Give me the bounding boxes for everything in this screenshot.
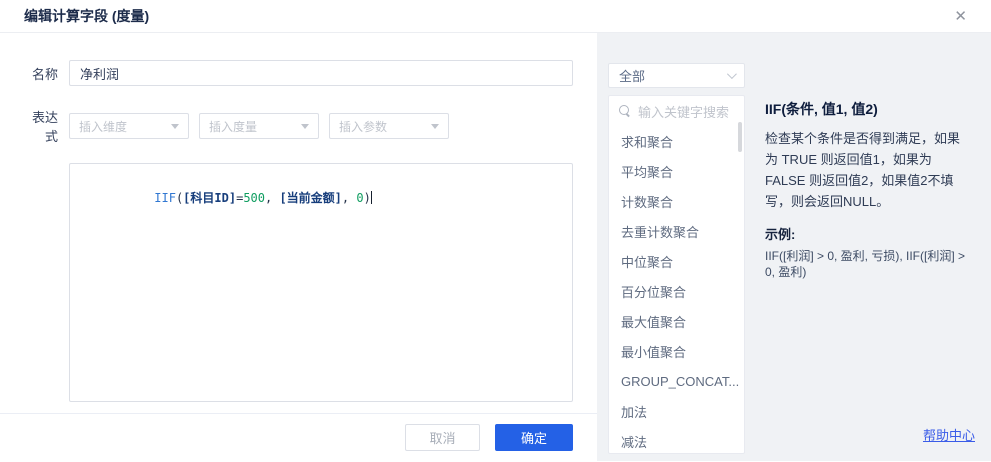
chevron-down-icon: [431, 124, 439, 129]
function-name: 去重计数聚合: [621, 222, 699, 241]
function-list-item[interactable]: 减法: [609, 426, 744, 454]
editor-pane: 名称 表达式 插入维度 插入度量: [0, 33, 597, 461]
dialog-title: 编辑计算字段 (度量): [24, 6, 149, 26]
chevron-down-icon: [301, 124, 309, 129]
function-name: 加法: [621, 402, 647, 421]
list-scrollbar-thumb[interactable]: [738, 122, 742, 152]
formula-token: IIF: [154, 191, 176, 205]
dialog-header: 编辑计算字段 (度量) ✕: [0, 0, 991, 33]
formula-token: [当前金额]: [279, 191, 341, 205]
insert-dropdown-placeholder: 插入维度: [79, 118, 127, 135]
insert-dropdown-placeholder: 插入度量: [209, 118, 257, 135]
expression-label: 表达式: [24, 107, 58, 145]
function-search[interactable]: 输入关键字搜索: [609, 96, 744, 126]
function-list-item[interactable]: 最大值聚合: [609, 306, 744, 336]
formula-line: IIF([科目ID]=500, [当前金额], 0): [154, 191, 371, 205]
function-description: 检查某个条件是否得到满足，如果为 TRUE 则返回值1，如果为 FALSE 则返…: [765, 128, 972, 212]
function-list-item[interactable]: 百分位聚合: [609, 276, 744, 306]
function-name: GROUP_CONCAT...: [621, 374, 739, 389]
function-name: 最大值聚合: [621, 312, 686, 331]
dialog-body: 名称 表达式 插入维度 插入度量: [0, 33, 991, 461]
example-text: IIF([利润] > 0, 盈利, 亏损), IIF([利润] > 0, 盈利): [765, 248, 972, 280]
help-center-link[interactable]: 帮助中心: [923, 425, 975, 444]
category-select[interactable]: 全部: [608, 63, 745, 88]
function-list-item[interactable]: 计数聚合: [609, 186, 744, 216]
name-row: 名称: [0, 60, 597, 86]
formula-token: ,: [265, 191, 279, 205]
formula-token: [科目ID]: [183, 191, 236, 205]
function-name: 平均聚合: [621, 162, 673, 181]
name-input[interactable]: [69, 60, 573, 86]
edit-calculated-field-dialog: 编辑计算字段 (度量) ✕ 名称 表达式 插入维度: [0, 0, 991, 462]
example-label: 示例:: [765, 224, 972, 243]
function-list-item[interactable]: GROUP_CONCAT...: [609, 366, 744, 396]
name-label: 名称: [24, 64, 58, 83]
close-icon[interactable]: ✕: [954, 9, 967, 24]
chevron-down-icon: [171, 124, 179, 129]
function-signature: IIF(条件, 值1, 值2): [765, 99, 972, 119]
function-name: 计数聚合: [621, 192, 673, 211]
formula-editor-row: IIF([科目ID]=500, [当前金额], 0): [0, 163, 597, 402]
formula-token: ,: [342, 191, 356, 205]
function-list-item[interactable]: 加法: [609, 396, 744, 426]
function-list-item[interactable]: 最小值聚合: [609, 336, 744, 366]
function-name: 百分位聚合: [621, 282, 686, 301]
dialog-footer: 取消 确定: [0, 413, 597, 461]
function-reference-pane: 全部 输入关键字搜索 求和聚合: [597, 33, 991, 461]
text-cursor: [371, 191, 372, 204]
chevron-down-icon: [727, 69, 737, 79]
function-list-panel: 输入关键字搜索 求和聚合 平均聚合: [608, 95, 745, 454]
insert-dropdown-placeholder: 插入参数: [339, 118, 387, 135]
insert-dropdown[interactable]: 插入维度: [69, 113, 189, 139]
function-list-item[interactable]: 去重计数聚合: [609, 216, 744, 246]
formula-token: 500: [243, 191, 265, 205]
function-list: 求和聚合 平均聚合 计数聚合 去重计数聚合: [609, 126, 744, 454]
insert-dropdown-group: 插入维度 插入度量 插入参数: [69, 113, 573, 139]
search-icon: [619, 105, 631, 117]
function-list-column: 全部 输入关键字搜索 求和聚合: [608, 63, 745, 454]
function-list-item[interactable]: 求和聚合: [609, 126, 744, 156]
insert-dropdown[interactable]: 插入参数: [329, 113, 449, 139]
formula-token: ): [364, 191, 371, 205]
confirm-button[interactable]: 确定: [495, 424, 573, 451]
function-doc-panel: IIF(条件, 值1, 值2) 检查某个条件是否得到满足，如果为 TRUE 则返…: [765, 99, 972, 280]
search-placeholder: 输入关键字搜索: [638, 102, 729, 121]
formula-token: 0: [356, 191, 363, 205]
function-name: 中位聚合: [621, 252, 673, 271]
function-name: 减法: [621, 432, 647, 451]
function-name: 求和聚合: [621, 132, 673, 151]
function-list-item[interactable]: 平均聚合: [609, 156, 744, 186]
category-select-value: 全部: [619, 66, 645, 85]
insert-dropdown[interactable]: 插入度量: [199, 113, 319, 139]
cancel-button[interactable]: 取消: [405, 424, 480, 451]
function-name: 最小值聚合: [621, 342, 686, 361]
expression-row: 表达式 插入维度 插入度量: [0, 107, 597, 145]
formula-code-editor[interactable]: IIF([科目ID]=500, [当前金额], 0): [69, 163, 573, 402]
function-list-item[interactable]: 中位聚合: [609, 246, 744, 276]
